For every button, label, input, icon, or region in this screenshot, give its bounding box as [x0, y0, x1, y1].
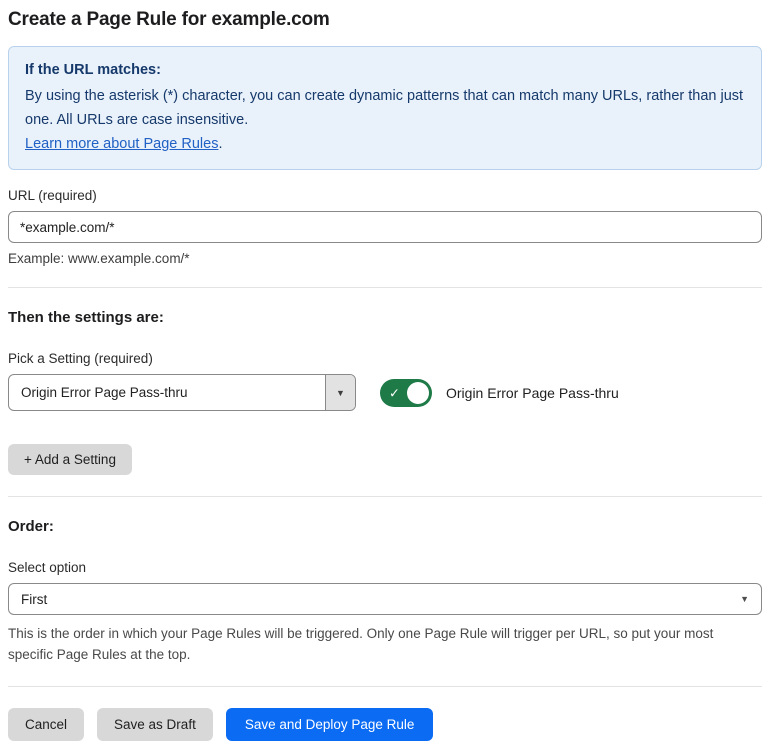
url-match-info-box: If the URL matches: By using the asteris…	[8, 46, 762, 170]
setting-row: Origin Error Page Pass-thru ▼ ✓ Origin E…	[8, 374, 762, 411]
divider	[8, 686, 762, 687]
order-select-value: First	[21, 591, 48, 607]
info-box-link-line: Learn more about Page Rules.	[25, 132, 745, 156]
link-suffix: .	[218, 136, 223, 152]
save-and-deploy-button[interactable]: Save and Deploy Page Rule	[225, 708, 434, 741]
setting-select[interactable]: Origin Error Page Pass-thru ▼	[8, 374, 356, 411]
order-section-heading: Order:	[8, 518, 54, 535]
setting-select-value: Origin Error Page Pass-thru	[21, 385, 188, 400]
divider	[8, 287, 762, 288]
order-select[interactable]: First ▼	[8, 583, 762, 615]
learn-more-link[interactable]: Learn more about Page Rules	[25, 136, 218, 152]
add-setting-button[interactable]: + Add a Setting	[8, 444, 132, 475]
url-input[interactable]	[8, 211, 762, 243]
order-select-label: Select option	[8, 560, 87, 575]
setting-toggle[interactable]: ✓	[380, 378, 432, 407]
chevron-down-icon: ▼	[740, 594, 749, 604]
divider	[8, 496, 762, 497]
info-box-body: By using the asterisk (*) character, you…	[25, 88, 744, 128]
check-icon: ✓	[389, 385, 400, 400]
url-example-helper: Example: www.example.com/*	[8, 251, 190, 266]
cancel-button[interactable]: Cancel	[8, 708, 85, 741]
chevron-down-icon: ▼	[336, 387, 345, 398]
page-rule-form: Create a Page Rule for example.com If th…	[0, 0, 770, 741]
setting-toggle-label: Origin Error Page Pass-thru	[446, 384, 619, 401]
order-helper-text: This is the order in which your Page Rul…	[8, 626, 714, 662]
footer-actions: Cancel Save as Draft Save and Deploy Pag…	[8, 708, 762, 741]
page-title: Create a Page Rule for example.com	[8, 9, 330, 30]
info-box-heading: If the URL matches:	[25, 62, 161, 78]
setting-select-arrow-button[interactable]: ▼	[325, 375, 355, 410]
toggle-knob	[407, 381, 429, 404]
url-field-label: URL (required)	[8, 188, 97, 203]
save-as-draft-button[interactable]: Save as Draft	[97, 708, 213, 741]
pick-setting-label: Pick a Setting (required)	[8, 351, 153, 366]
settings-section-heading: Then the settings are:	[8, 309, 164, 326]
